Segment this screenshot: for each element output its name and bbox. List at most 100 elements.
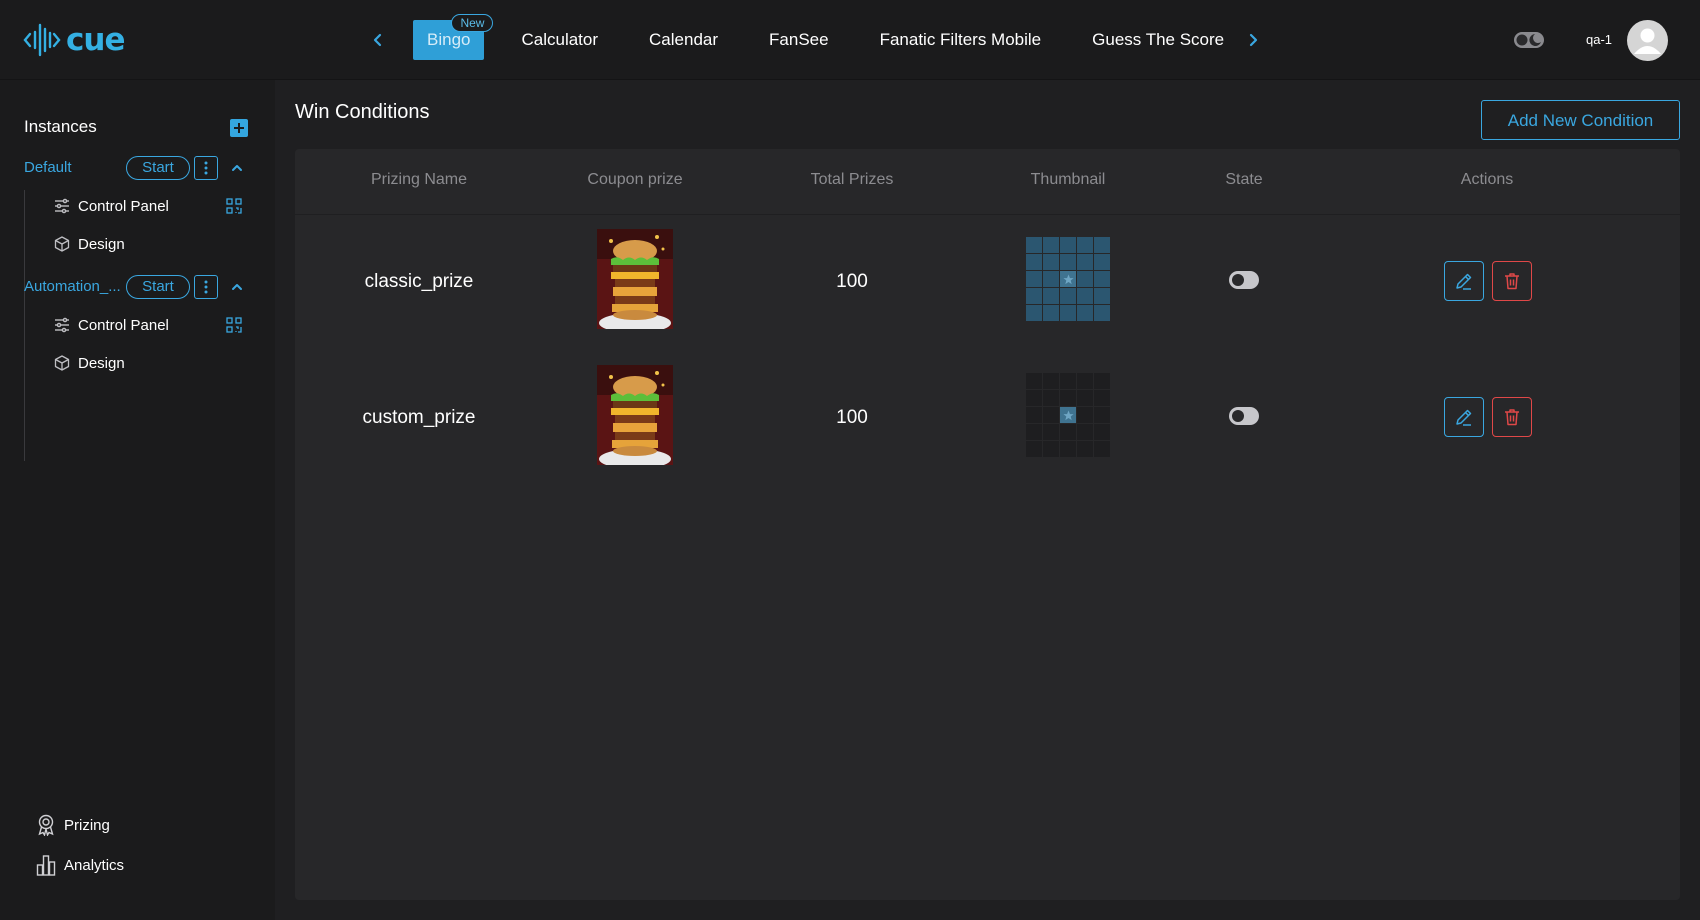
collapse-instance-button[interactable] — [226, 276, 248, 298]
star-icon — [1062, 274, 1074, 284]
state-toggle[interactable] — [1229, 271, 1259, 289]
qr-code-icon — [226, 198, 242, 214]
bingo-cell — [1026, 288, 1042, 304]
bingo-cell — [1043, 271, 1059, 287]
sub-item-label: Control Panel — [78, 197, 169, 215]
bingo-cell — [1094, 271, 1110, 287]
prizing-link[interactable]: Prizing — [36, 812, 110, 838]
bingo-cell — [1094, 441, 1110, 457]
instance-automation: Automation_... Start — [24, 275, 254, 299]
sliders-icon — [55, 317, 69, 333]
prizing-name: custom_prize — [362, 407, 476, 428]
column-header: Actions — [1460, 171, 1514, 188]
start-button[interactable]: Start — [126, 156, 190, 180]
control-panel-link[interactable]: Control Panel — [54, 313, 169, 337]
bingo-cell — [1077, 373, 1093, 389]
toggle-knob — [1232, 274, 1244, 286]
column-header: Total Prizes — [810, 171, 894, 188]
analytics-label: Analytics — [64, 856, 125, 874]
instance-name[interactable]: Automation_... — [24, 278, 122, 295]
bingo-cell — [1077, 424, 1093, 440]
edit-button[interactable] — [1444, 261, 1484, 301]
bingo-free-cell — [1060, 271, 1076, 287]
theme-toggle[interactable] — [1513, 28, 1545, 52]
bingo-cell — [1026, 254, 1042, 270]
tab-label: Calendar — [649, 30, 719, 49]
state-toggle[interactable] — [1229, 407, 1259, 425]
tree-line — [24, 309, 25, 461]
bingo-cell — [1077, 271, 1093, 287]
thumbnail-pattern-full — [1026, 237, 1110, 321]
instance-menu-button[interactable] — [194, 275, 218, 299]
sub-item-label: Design — [78, 354, 125, 372]
tab-fanatic-filters-mobile[interactable]: Fanatic Filters Mobile — [866, 20, 1056, 60]
instance-menu-button[interactable] — [194, 156, 218, 180]
sub-item-label: Control Panel — [78, 316, 169, 334]
delete-button[interactable] — [1492, 261, 1532, 301]
new-badge: New — [451, 14, 494, 32]
tab-calendar[interactable]: Calendar — [635, 20, 732, 60]
username: qa-1 — [1586, 32, 1613, 47]
tab-calculator[interactable]: Calculator — [507, 20, 612, 60]
more-vertical-icon — [204, 280, 208, 294]
instance-name[interactable]: Default — [24, 159, 122, 176]
tab-fansee[interactable]: FanSee — [755, 20, 843, 60]
bingo-cell — [1043, 288, 1059, 304]
bingo-cell — [1094, 407, 1110, 423]
pencil-icon — [1456, 409, 1472, 426]
control-panel-link[interactable]: Control Panel — [54, 194, 169, 218]
tabs-prev-button[interactable] — [366, 26, 390, 54]
qr-code-button[interactable] — [223, 314, 245, 336]
bingo-cell — [1043, 390, 1059, 406]
add-new-condition-button[interactable]: Add New Condition — [1481, 100, 1680, 140]
sound-wave-icon — [23, 23, 61, 57]
sliders-icon — [55, 198, 69, 214]
user-avatar[interactable] — [1627, 20, 1668, 61]
instance-default: Default Start — [24, 156, 254, 180]
edit-button[interactable] — [1444, 397, 1484, 437]
win-conditions-table: Prizing Name Coupon prize Total Prizes T… — [295, 149, 1680, 900]
tab-bingo[interactable]: Bingo New — [413, 14, 494, 60]
tab-guess-the-score[interactable]: Guess The Score — [1078, 20, 1238, 60]
analytics-link[interactable]: Analytics — [36, 852, 124, 878]
instances-title: Instances — [24, 117, 97, 136]
design-link[interactable]: Design — [54, 351, 125, 375]
bingo-cell — [1026, 373, 1042, 389]
cube-icon — [54, 236, 70, 252]
bingo-cell — [1077, 407, 1093, 423]
bingo-cell — [1094, 390, 1110, 406]
qr-code-icon — [226, 317, 242, 333]
qr-code-button[interactable] — [223, 195, 245, 217]
cue-logo[interactable]: cue — [22, 20, 125, 60]
delete-button[interactable] — [1492, 397, 1532, 437]
column-header: Prizing Name — [370, 171, 468, 188]
coupon-burger-image — [597, 229, 673, 329]
bingo-cell — [1026, 390, 1042, 406]
user-avatar-icon — [1634, 28, 1661, 54]
table-row: custom_prize 100 — [295, 351, 1680, 487]
trash-icon — [1505, 273, 1519, 290]
brand-name: cue — [66, 22, 125, 58]
chevron-left-icon — [373, 33, 382, 47]
table-row: classic_prize 100 — [295, 215, 1680, 351]
tab-label: Calculator — [521, 30, 599, 49]
page-title: Win Conditions — [295, 101, 430, 123]
tabs-next-button[interactable] — [1241, 26, 1265, 54]
design-link[interactable]: Design — [54, 232, 125, 256]
start-button[interactable]: Start — [126, 275, 190, 299]
bingo-cell — [1026, 237, 1042, 253]
bingo-cell — [1043, 373, 1059, 389]
bingo-cell — [1077, 390, 1093, 406]
add-instance-button[interactable] — [230, 119, 248, 137]
top-bar: cue Bingo New Calculator Calendar FanSee… — [0, 0, 1700, 80]
bingo-cell — [1077, 441, 1093, 457]
bingo-cell — [1043, 424, 1059, 440]
bingo-cell — [1094, 305, 1110, 321]
coupon-burger-image — [597, 365, 673, 465]
collapse-instance-button[interactable] — [226, 157, 248, 179]
bingo-cell — [1077, 288, 1093, 304]
dark-mode-toggle-icon — [1514, 32, 1544, 48]
bingo-cell — [1094, 237, 1110, 253]
bingo-free-cell — [1060, 407, 1076, 423]
bingo-cell — [1043, 305, 1059, 321]
